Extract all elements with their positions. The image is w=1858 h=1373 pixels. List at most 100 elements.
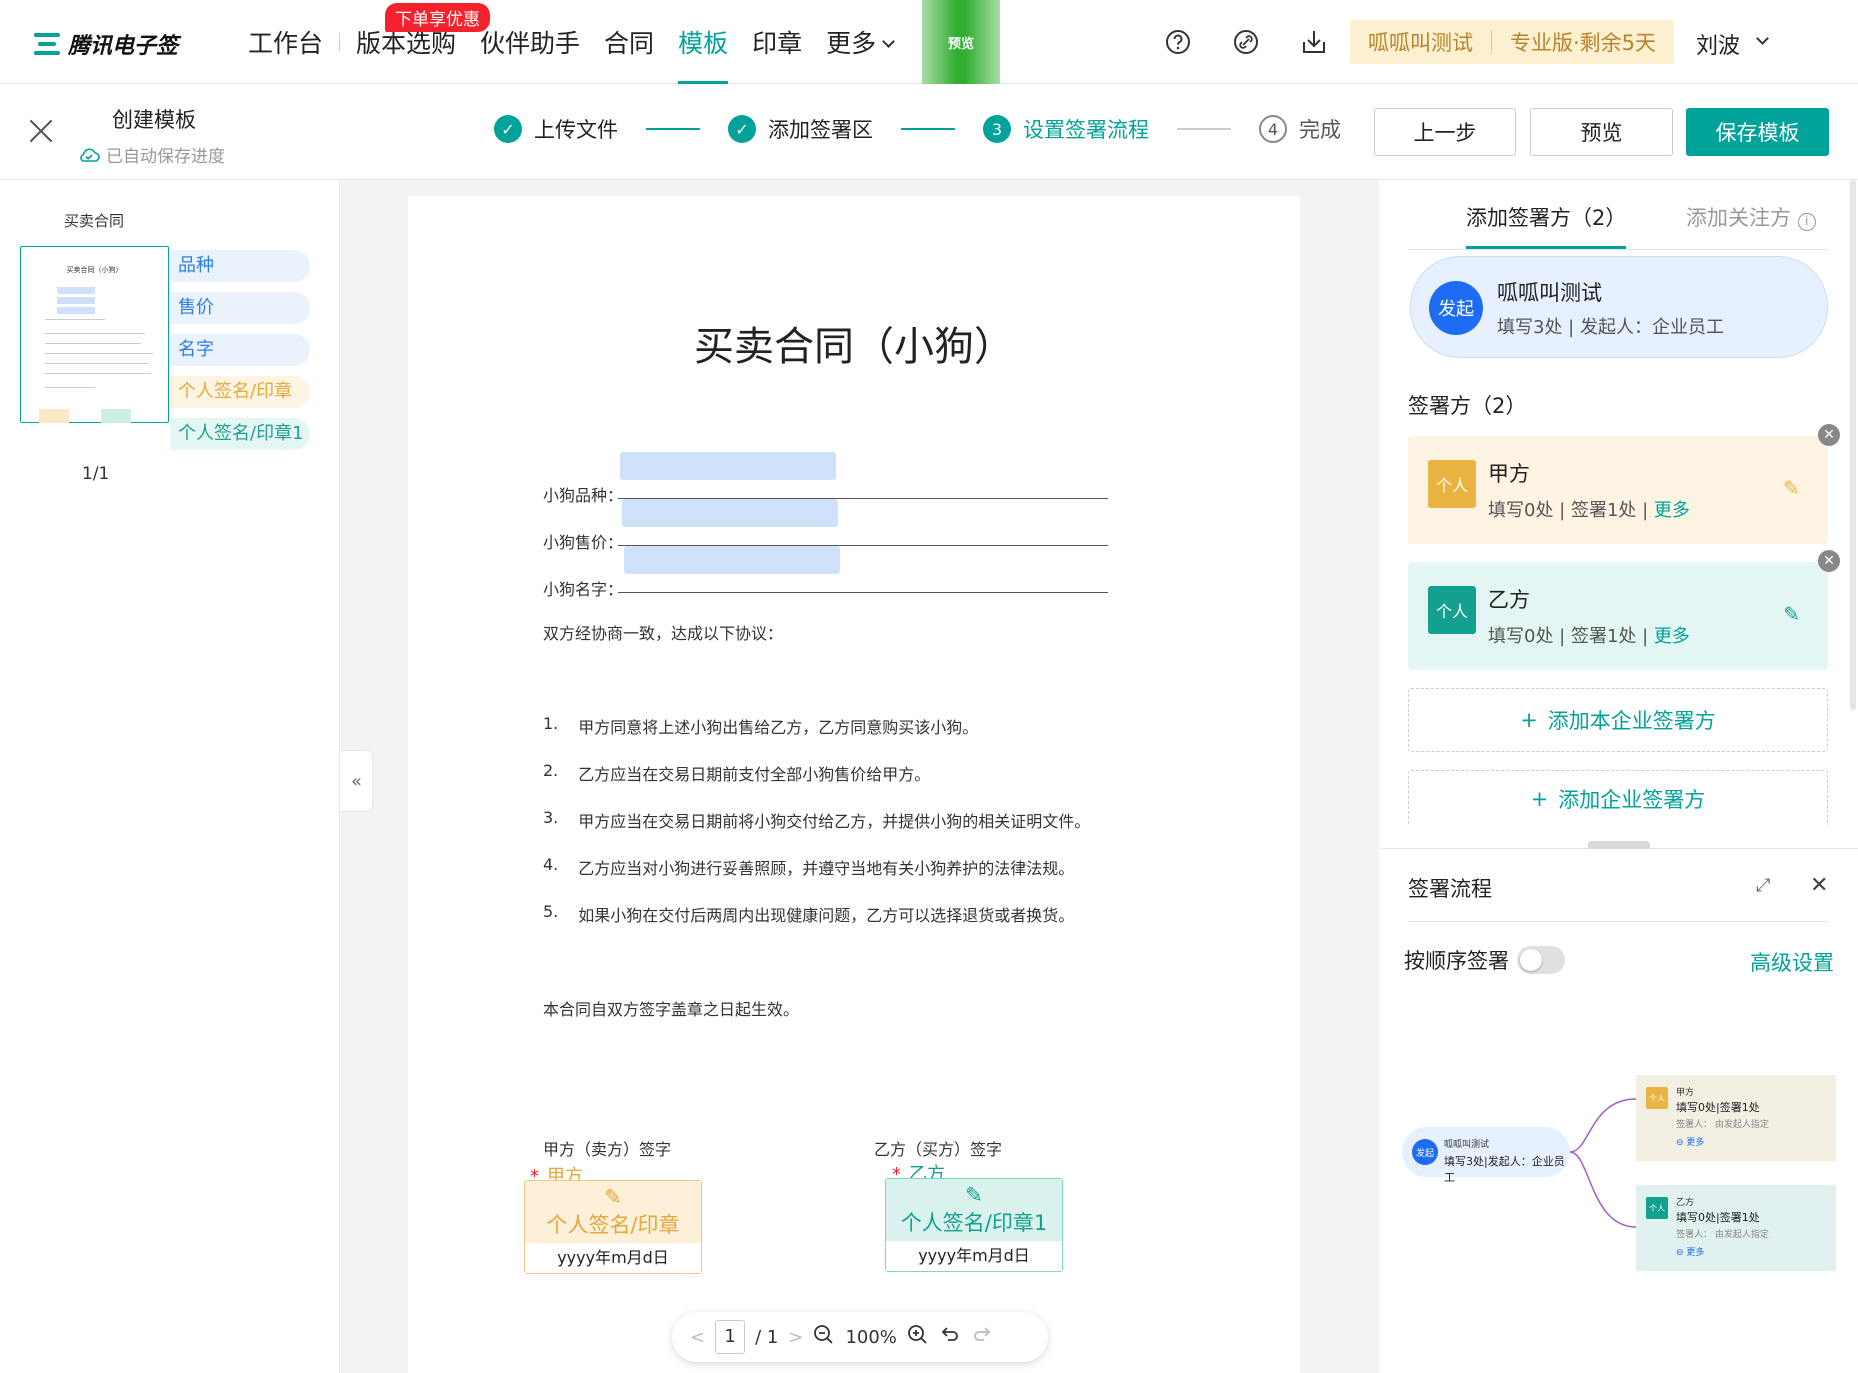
initiator-card[interactable]: 发起 呱呱叫测试 填写3处 | 发起人：企业员工 — [1410, 256, 1828, 358]
redo-icon[interactable] — [971, 1324, 993, 1351]
remove-icon[interactable]: ✕ — [1818, 550, 1840, 572]
top-navbar: 腾讯电子签 工作台 版本选购 伙伴助手 合同 模板 印章 更多 下单享优惠 预览… — [0, 0, 1858, 84]
link-icon[interactable] — [1232, 28, 1260, 56]
undo-icon[interactable] — [939, 1324, 961, 1351]
plus-icon: + — [1520, 708, 1538, 732]
field-tag-name[interactable]: 名字 — [170, 334, 310, 366]
pen-icon: ✎ — [604, 1185, 622, 1209]
save-template-button[interactable]: 保存模板 — [1686, 108, 1829, 156]
step-add-sign-area: ✓ 添加签署区 — [728, 114, 873, 144]
agreement-intro: 双方经协商一致，达成以下协议： — [543, 624, 784, 643]
add-own-enterprise-signer-button[interactable]: + 添加本企业签署方 — [1408, 688, 1828, 752]
more-link[interactable]: 更多 — [1654, 500, 1690, 521]
flow-node-name: 乙方 — [1676, 1198, 1695, 1208]
cloud-check-icon — [80, 148, 100, 162]
page-toolbar: < 1 / 1 > 100% — [672, 1312, 1048, 1362]
step-upload: ✓ 上传文件 — [494, 114, 618, 144]
field-tag-breed[interactable]: 品种 — [170, 250, 310, 282]
sequential-sign-label: 按顺序签署 — [1404, 949, 1509, 973]
sign-flow-panel: 签署流程 ⤢ ✕ 按顺序签署 高级设置 发起 呱呱叫测试 填写3处|发起人：企业… — [1380, 841, 1858, 1373]
document-page: 买卖合同（小狗） 小狗品种： 小狗售价： 小狗名字： 双方经协商一致，达成以下协… — [408, 196, 1300, 1373]
signer-name: 乙方 — [1488, 588, 1530, 612]
nav-templates[interactable]: 模板 — [666, 0, 740, 84]
field-name-label: 小狗名字： — [543, 580, 624, 599]
field-tag-signature-a[interactable]: 个人签名/印章 — [170, 376, 310, 408]
account-badge[interactable]: 呱呱叫测试 专业版·剩余5天 — [1350, 20, 1675, 64]
help-icon[interactable] — [1164, 28, 1192, 56]
collapse-panel-button[interactable]: « — [341, 750, 373, 812]
signer-card-party-b[interactable]: 个人 乙方 填写0处 | 签署1处 | 更多 ✎ ✕ — [1408, 550, 1840, 670]
prev-page-icon[interactable]: < — [690, 1327, 705, 1348]
remove-icon[interactable]: ✕ — [1818, 424, 1840, 446]
nav-seals[interactable]: 印章 — [740, 0, 814, 84]
user-menu[interactable]: 刘波 — [1696, 28, 1769, 60]
account-name: 呱呱叫测试 — [1368, 31, 1473, 55]
page-indicator: 1/1 — [82, 464, 110, 484]
step-label: 完成 — [1299, 118, 1341, 142]
step-sign-flow: 3 设置签署流程 — [983, 114, 1149, 144]
signer-name: 甲方 — [1488, 462, 1530, 486]
download-icon[interactable] — [1300, 28, 1328, 56]
tab-add-watchers[interactable]: 添加关注方 i — [1686, 202, 1816, 232]
field-price-box[interactable] — [622, 499, 838, 527]
next-page-icon[interactable]: > — [788, 1327, 803, 1348]
flow-node-more[interactable]: ⊖ 更多 — [1676, 1245, 1704, 1258]
previous-step-button[interactable]: 上一步 — [1374, 108, 1516, 156]
signature-box-label: 个人签名/印章 — [546, 1213, 680, 1237]
add-enterprise-signer-button[interactable]: + 添加企业签署方 — [1408, 770, 1828, 826]
person-avatar: 个人 — [1428, 586, 1476, 634]
info-icon: i — [1797, 213, 1816, 231]
expand-icon[interactable]: ⤢ — [1756, 875, 1770, 896]
flow-initiator-summary: 填写3处|发起人：企业员工 — [1444, 1155, 1565, 1184]
page-thumbnail[interactable]: 买卖合同（小狗） — [20, 246, 169, 423]
close-icon[interactable]: ✕ — [1810, 873, 1828, 898]
promo-badge[interactable]: 下单享优惠 — [385, 3, 490, 32]
edit-icon[interactable]: ✎ — [1783, 602, 1800, 626]
signature-box-a[interactable]: ✎ 个人签名/印章 yyyy年m月d日 — [524, 1180, 702, 1274]
more-link[interactable]: 更多 — [1654, 626, 1690, 647]
step-connector — [646, 128, 700, 130]
panel-scrollbar[interactable] — [1850, 180, 1856, 710]
nav-workbench[interactable]: 工作台 — [236, 0, 335, 84]
nav-more[interactable]: 更多 — [814, 0, 905, 84]
zoom-out-icon[interactable] — [813, 1324, 835, 1351]
clause-number: 5. — [543, 902, 559, 921]
close-icon[interactable] — [28, 118, 54, 144]
thumb-line — [45, 343, 141, 344]
flow-initiator-node[interactable]: 发起 呱呱叫测试 填写3处|发起人：企业员工 — [1402, 1127, 1570, 1184]
field-price-label: 小狗售价： — [543, 533, 624, 552]
edit-icon[interactable]: ✎ — [1783, 476, 1800, 500]
flow-initiator-name: 呱呱叫测试 — [1444, 1140, 1490, 1150]
tab-add-signers[interactable]: 添加签署方（2） — [1466, 202, 1627, 249]
field-breed-box[interactable] — [620, 452, 836, 480]
zoom-in-icon[interactable] — [907, 1324, 929, 1351]
drag-handle[interactable] — [1588, 841, 1650, 849]
signature-box-label: 个人签名/印章1 — [900, 1211, 1048, 1235]
sequential-sign-row: 按顺序签署 — [1404, 945, 1565, 975]
signer-card-party-a[interactable]: 个人 甲方 填写0处 | 签署1处 | 更多 ✎ ✕ — [1408, 424, 1840, 544]
flow-node-summary: 填写0处|签署1处 — [1676, 1211, 1760, 1224]
clause-item: 4. 乙方应当对小狗进行妥善照顾，并遵守当地有关小狗养护的法律法规。 — [543, 855, 1074, 879]
flow-node-party-b[interactable]: 个人 乙方 填写0处|签署1处 签署人： 由发起人指定 ⊖ 更多 — [1636, 1185, 1836, 1271]
flow-node-party-a[interactable]: 个人 甲方 填写0处|签署1处 签署人： 由发起人指定 ⊖ 更多 — [1636, 1075, 1836, 1161]
logo[interactable]: 腾讯电子签 — [34, 28, 178, 60]
preview-button[interactable]: 预览 — [1530, 108, 1673, 156]
field-tag-signature-b[interactable]: 个人签名/印章1 — [170, 418, 310, 450]
flow-node-more[interactable]: ⊖ 更多 — [1676, 1135, 1704, 1148]
field-name-box[interactable] — [624, 546, 840, 574]
sequential-sign-toggle[interactable] — [1517, 946, 1565, 974]
signature-box-body: ✎ 个人签名/印章 — [525, 1181, 701, 1243]
step-finish: 4 完成 — [1259, 114, 1341, 144]
button-label: 添加企业签署方 — [1558, 787, 1706, 812]
user-name: 刘波 — [1696, 34, 1741, 59]
signer-summary: 填写0处 | 签署1处 | 更多 — [1488, 622, 1690, 648]
signature-box-b[interactable]: ✎ 个人签名/印章1 yyyy年m月d日 — [885, 1178, 1063, 1272]
page-number-input[interactable]: 1 — [715, 1320, 746, 1354]
tab-label: 添加关注方 — [1686, 206, 1791, 230]
nav-contracts[interactable]: 合同 — [592, 0, 666, 84]
thumb-line — [45, 373, 151, 374]
field-tag-price[interactable]: 售价 — [170, 292, 310, 324]
button-label: 添加本企业签署方 — [1547, 709, 1716, 733]
signer-panel: 添加签署方（2） 添加关注方 i 发起 呱呱叫测试 填写3处 | 发起人：企业员… — [1380, 180, 1858, 1373]
advanced-settings-link[interactable]: 高级设置 — [1750, 947, 1834, 977]
